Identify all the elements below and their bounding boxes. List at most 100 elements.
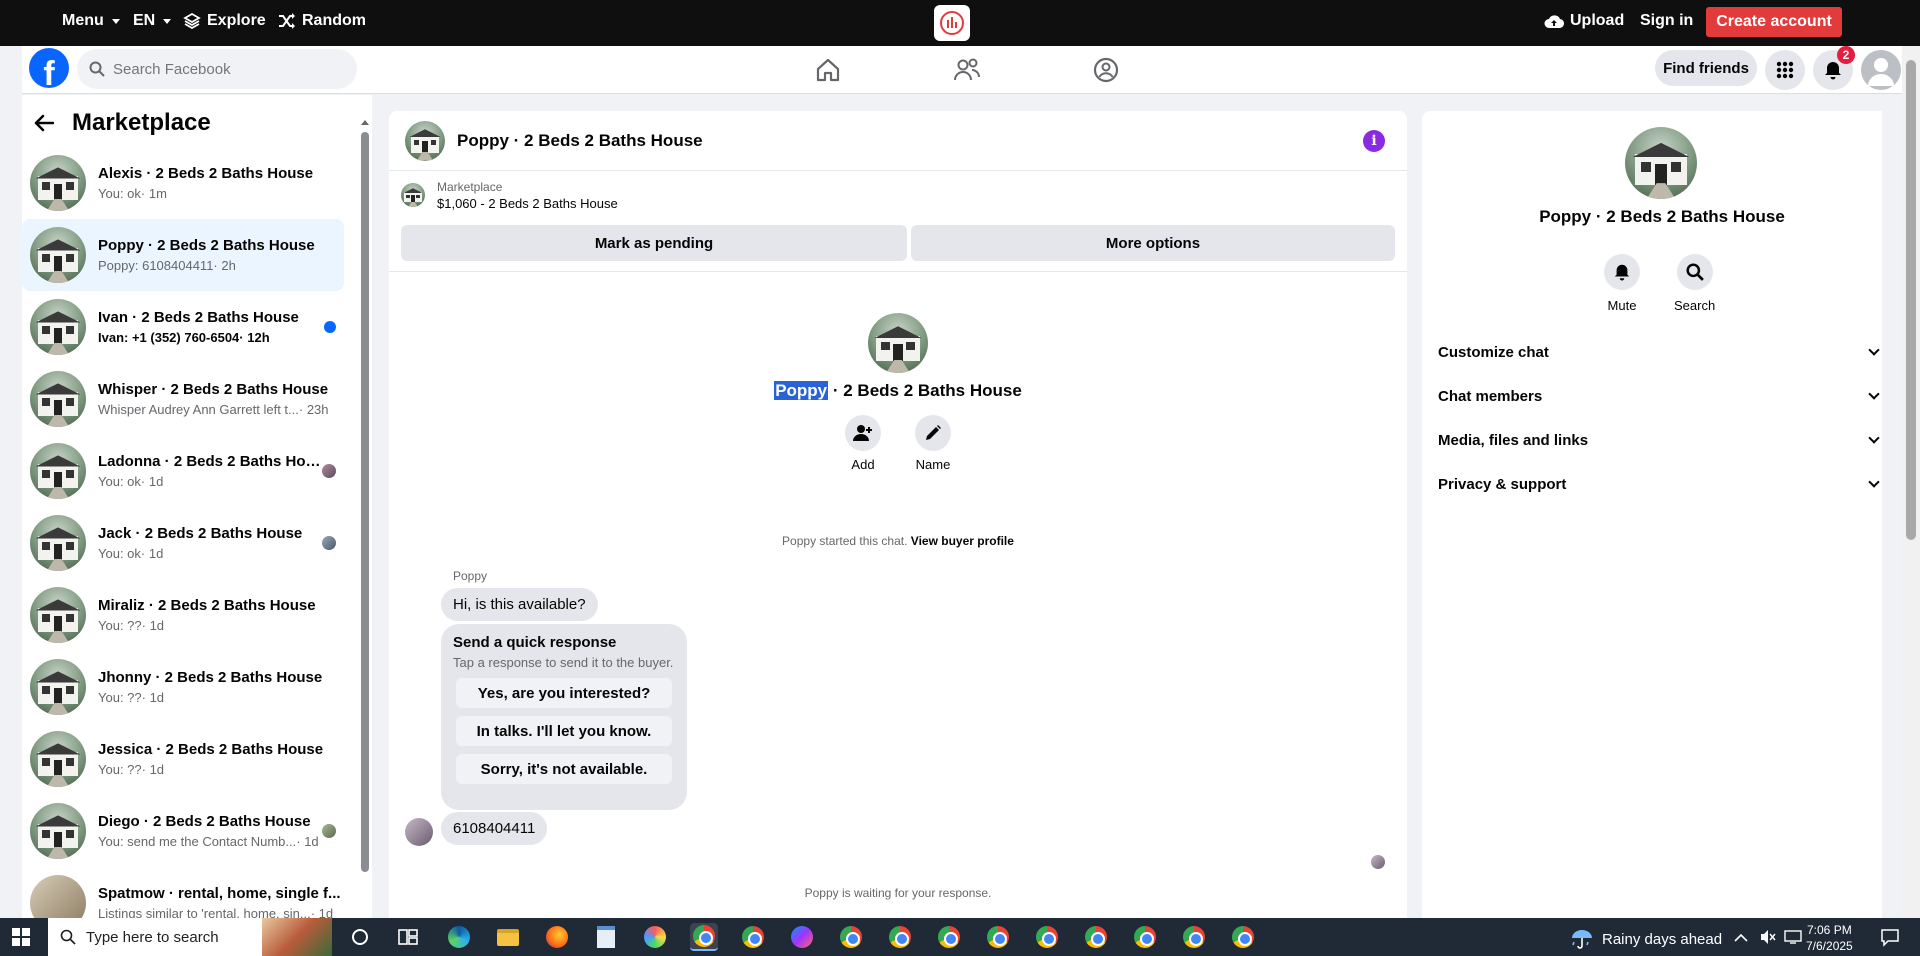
- quick-response-option[interactable]: Yes, are you interested?: [456, 678, 672, 708]
- chrome-icon[interactable]: [837, 923, 865, 951]
- chat-members-section[interactable]: Chat members: [1438, 374, 1882, 418]
- nav-groups[interactable]: [1090, 54, 1122, 86]
- nav-friends[interactable]: [951, 54, 983, 86]
- conversation-item[interactable]: Alexis · 2 Beds 2 Baths House You: ok · 1…: [22, 147, 344, 219]
- edge-icon[interactable]: [445, 923, 473, 951]
- chat-title[interactable]: Poppy · 2 Beds 2 Baths House: [457, 131, 703, 151]
- page-scrollbar-thumb[interactable]: [1906, 60, 1916, 540]
- mute-button[interactable]: Mute: [1604, 254, 1640, 313]
- nav-home[interactable]: [812, 54, 844, 86]
- conversation-item[interactable]: Spatmow · rental, home, single f... Listi…: [22, 867, 344, 918]
- chrome-icon[interactable]: [1180, 923, 1208, 951]
- tray-chevron-up-icon[interactable]: [1734, 930, 1748, 948]
- paint-icon[interactable]: [641, 923, 669, 951]
- media-files-section[interactable]: Media, files and links: [1438, 418, 1882, 462]
- taskbar-clock[interactable]: 7:06 PM 7/6/2025: [1806, 922, 1853, 954]
- menu-grid-button[interactable]: [1765, 50, 1805, 90]
- chrome-icon[interactable]: [935, 923, 963, 951]
- explore-button[interactable]: Explore: [183, 12, 266, 30]
- search-input[interactable]: [113, 60, 333, 78]
- chat-info-panel: Poppy · 2 Beds 2 Baths House Mute Search…: [1422, 111, 1882, 918]
- messenger-icon[interactable]: [788, 923, 816, 951]
- chrome-icon[interactable]: [886, 923, 914, 951]
- sidebar-scrollbar[interactable]: [361, 120, 369, 916]
- search-in-chat-button[interactable]: Search: [1674, 254, 1715, 313]
- quick-response-option[interactable]: In talks. I'll let you know.: [456, 716, 672, 746]
- conversation-item-active[interactable]: Poppy · 2 Beds 2 Baths House Poppy: 61084…: [22, 219, 344, 291]
- edit-name-button[interactable]: Name: [915, 415, 951, 472]
- quick-response-subtitle: Tap a response to send it to the buyer.: [453, 655, 674, 670]
- taskbar-search[interactable]: Type here to search: [48, 918, 332, 956]
- conversation-time: · 1d: [141, 762, 165, 777]
- chrome-icon[interactable]: [1131, 923, 1159, 951]
- back-arrow-icon[interactable]: [34, 114, 54, 132]
- scrollbar-thumb[interactable]: [361, 132, 369, 872]
- chevron-down-icon: [111, 18, 120, 24]
- view-buyer-profile-link[interactable]: View buyer profile: [911, 534, 1014, 548]
- conversation-item[interactable]: Miraliz · 2 Beds 2 Baths House You: ?? · …: [22, 579, 344, 651]
- more-options-button[interactable]: More options: [911, 225, 1395, 261]
- upload-button[interactable]: Upload: [1544, 12, 1624, 30]
- weather-widget[interactable]: Rainy days ahead: [1570, 928, 1722, 950]
- find-friends-button[interactable]: Find friends: [1655, 50, 1757, 86]
- notepad-icon[interactable]: [592, 923, 620, 951]
- facebook-search[interactable]: [77, 49, 357, 89]
- customize-chat-section[interactable]: Customize chat: [1438, 330, 1882, 374]
- conversation-item[interactable]: Ladonna · 2 Beds 2 Baths House You: ok · …: [22, 435, 344, 507]
- network-icon[interactable]: [1784, 929, 1802, 950]
- chrome-icon[interactable]: [1033, 923, 1061, 951]
- firefox-icon[interactable]: [543, 923, 571, 951]
- notification-center-icon[interactable]: [1880, 927, 1900, 952]
- chrome-icon[interactable]: [1229, 923, 1257, 951]
- profile-avatar[interactable]: [1861, 50, 1901, 90]
- add-person-button[interactable]: Add: [845, 415, 881, 472]
- notifications-button[interactable]: 2: [1813, 46, 1855, 90]
- listing-bar[interactable]: Marketplace $1,060 - 2 Beds 2 Baths Hous…: [389, 172, 1407, 218]
- conversation-name: Poppy · 2 Beds 2 Baths House: [98, 237, 315, 254]
- listing-thumbnail: [401, 183, 425, 207]
- unread-dot-icon: [324, 321, 336, 333]
- task-view-icon[interactable]: [394, 923, 422, 951]
- conversation-item[interactable]: Whisper · 2 Beds 2 Baths House Whisper Au…: [22, 363, 344, 435]
- chevron-down-icon: [163, 18, 172, 24]
- message-bubble[interactable]: Hi, is this available?: [441, 588, 598, 621]
- quick-response-option[interactable]: Sorry, it's not available.: [456, 754, 672, 784]
- sign-in-link[interactable]: Sign in: [1640, 12, 1693, 30]
- create-account-button[interactable]: Create account: [1706, 7, 1842, 37]
- language-label: EN: [133, 12, 156, 29]
- mark-pending-button[interactable]: Mark as pending: [401, 225, 907, 261]
- sender-avatar[interactable]: [405, 818, 433, 846]
- message-bubble[interactable]: 6108404411: [441, 812, 548, 845]
- chrome-icon[interactable]: [984, 923, 1012, 951]
- menu-label: Menu: [62, 12, 104, 29]
- language-button[interactable]: EN: [133, 12, 172, 30]
- section-label: Customize chat: [1438, 343, 1549, 361]
- speaker-muted-icon[interactable]: [1760, 929, 1776, 950]
- scroll-up-arrow-icon[interactable]: [361, 120, 369, 125]
- search-icon: [60, 929, 76, 945]
- chrome-icon[interactable]: [739, 923, 767, 951]
- chrome-icon-active[interactable]: [690, 923, 718, 951]
- site-logo[interactable]: [934, 5, 970, 41]
- conversation-item[interactable]: Ivan · 2 Beds 2 Baths House Ivan: +1 (352…: [22, 291, 344, 363]
- conversation-name: Jack · 2 Beds 2 Baths House: [98, 525, 303, 542]
- page-scrollbar[interactable]: [1902, 46, 1920, 918]
- conversation-item[interactable]: Jhonny · 2 Beds 2 Baths House You: ?? · 1…: [22, 651, 344, 723]
- menu-button[interactable]: Menu: [62, 12, 120, 30]
- cortana-icon[interactable]: [346, 923, 374, 951]
- privacy-support-section[interactable]: Privacy & support: [1438, 462, 1882, 506]
- conversation-preview: Ivan: +1 (352) 760-6504: [98, 330, 240, 345]
- conversation-item[interactable]: Jack · 2 Beds 2 Baths House You: ok · 1d: [22, 507, 344, 579]
- conversation-preview: Whisper Audrey Ann Garrett left t...: [98, 402, 299, 417]
- random-button[interactable]: Random: [278, 12, 366, 30]
- chat-avatar[interactable]: [405, 120, 445, 161]
- conversation-preview: You: ??: [98, 618, 142, 633]
- conversation-name: Ivan · 2 Beds 2 Baths House: [98, 309, 299, 326]
- conversation-item[interactable]: Diego · 2 Beds 2 Baths House You: send me…: [22, 795, 344, 867]
- facebook-logo[interactable]: f: [29, 48, 69, 88]
- windows-start-icon[interactable]: [12, 928, 30, 946]
- conversation-item[interactable]: Jessica · 2 Beds 2 Baths House You: ?? · …: [22, 723, 344, 795]
- file-explorer-icon[interactable]: [494, 923, 522, 951]
- chrome-icon[interactable]: [1082, 923, 1110, 951]
- info-icon[interactable]: i: [1363, 130, 1385, 152]
